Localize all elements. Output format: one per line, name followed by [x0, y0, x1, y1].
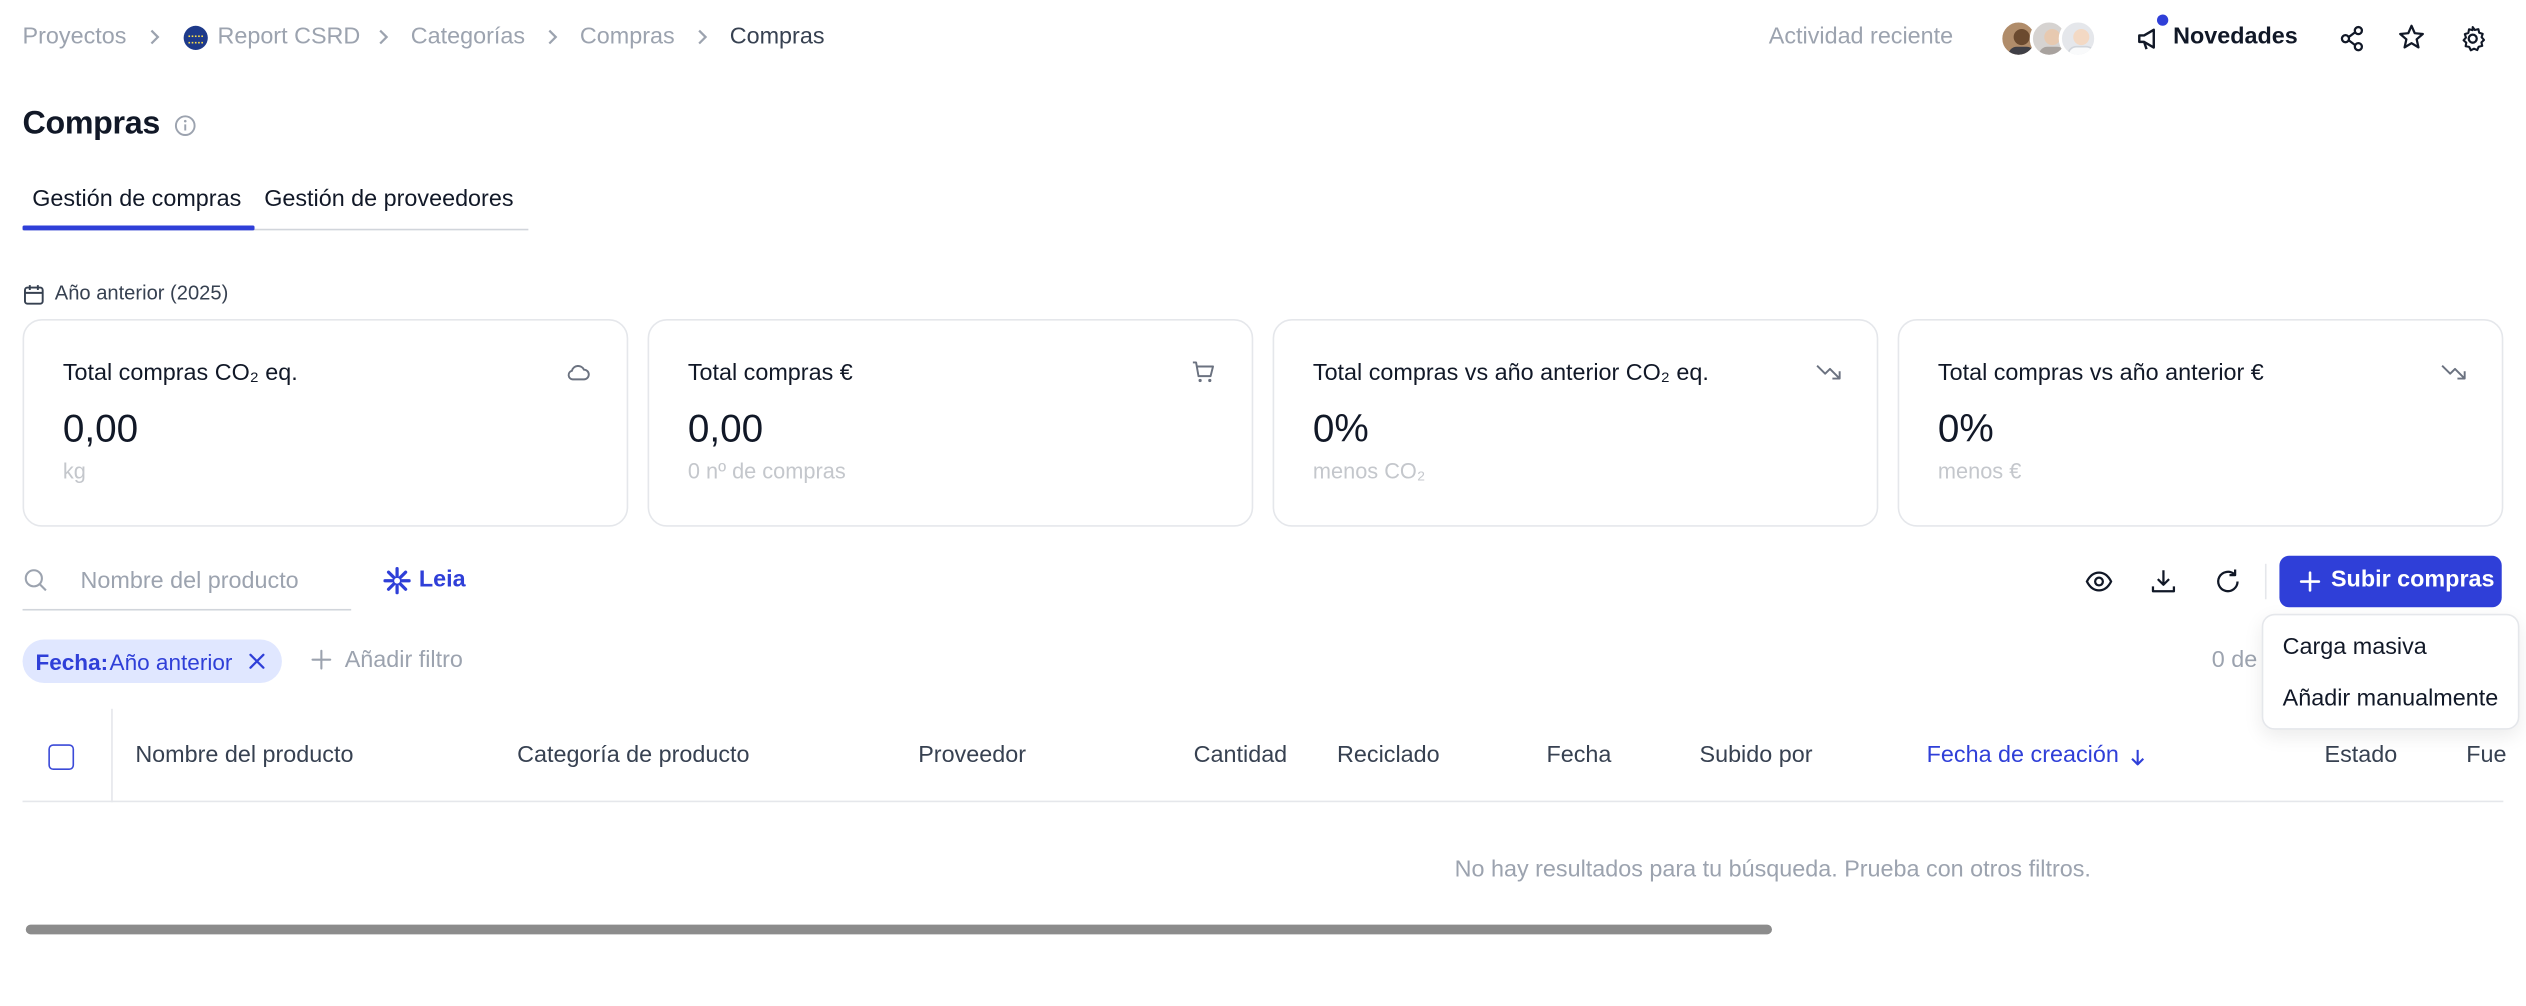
info-icon[interactable] [174, 114, 197, 137]
empty-state-message: No hay resultados para tu búsqueda. Prue… [1454, 856, 2091, 883]
add-filter-label: Añadir filtro [344, 647, 463, 674]
breadcrumb-item-report[interactable]: Report CSRD [217, 24, 360, 50]
plus-icon [2299, 571, 2321, 592]
megaphone-icon [2138, 28, 2155, 50]
result-count: 0 de [2211, 647, 2258, 674]
cart-icon [1192, 361, 1214, 383]
news-label: Novedades [2173, 24, 2298, 50]
breadcrumb-item-current: Compras [729, 24, 825, 50]
close-icon[interactable] [248, 652, 266, 670]
kpi-card-eur: Total compras € 0,00 0 nº de compras [647, 318, 1254, 527]
breadcrumb-item-proyectos[interactable]: Proyectos [23, 24, 127, 50]
toolbar-divider [2264, 563, 2267, 600]
column-header-fecha[interactable]: Fecha [1546, 743, 1611, 769]
kpi-value: 0,00 [687, 407, 764, 452]
leia-label: Leia [418, 567, 466, 593]
tab-gestion-compras[interactable]: Gestión de compras [32, 187, 241, 213]
column-header-fecha-creacion-label: Fecha de creación [1926, 742, 2119, 769]
chevron-right-icon [150, 29, 160, 45]
star-icon[interactable] [2397, 23, 2426, 52]
upload-dropdown-menu: Carga masiva Añadir manualmente [2261, 613, 2520, 730]
notification-dot [2156, 14, 2169, 26]
trend-down-icon [1816, 364, 1841, 380]
avatar [2058, 19, 2098, 58]
plus-icon [311, 649, 332, 670]
table-header-border [22, 800, 2504, 803]
column-header-nombre[interactable]: Nombre del producto [135, 743, 353, 769]
select-all-checkbox[interactable] [48, 744, 75, 771]
kpi-card-eur-vs-previous: Total compras vs año anterior € 0% menos… [1897, 318, 2504, 527]
kpi-value: 0% [1312, 407, 1369, 452]
filter-chip-value: Año anterior [109, 649, 233, 675]
project-logo-icon [183, 25, 208, 50]
share-icon[interactable] [2337, 24, 2366, 53]
upload-purchases-label: Subir compras [2330, 567, 2495, 593]
kpi-card-co2: Total compras CO₂ eq. 0,00 kg [22, 318, 629, 527]
kpi-subtitle: menos CO₂ [1312, 459, 1426, 484]
cloud-icon [567, 365, 590, 381]
kpi-card-co2-vs-previous: Total compras vs año anterior CO₂ eq. 0%… [1272, 318, 1879, 527]
eye-icon[interactable] [2085, 567, 2114, 596]
kpi-subtitle: 0 nº de compras [687, 459, 846, 484]
column-header-subido-por[interactable]: Subido por [1699, 743, 1812, 769]
tab-gestion-proveedores[interactable]: Gestión de proveedores [264, 187, 513, 213]
kpi-subtitle: menos € [1937, 459, 2022, 484]
kpi-title: Total compras vs año anterior CO₂ eq. [1312, 360, 1709, 387]
refresh-icon[interactable] [2213, 567, 2242, 596]
upload-purchases-button[interactable]: Subir compras [2279, 555, 2502, 608]
sort-down-icon [2131, 749, 2145, 766]
period-label: Año anterior (2025) [54, 281, 229, 305]
kpi-title: Total compras € [687, 360, 853, 387]
column-header-cantidad[interactable]: Cantidad [1194, 743, 1288, 769]
column-header-estado[interactable]: Estado [2325, 743, 2398, 769]
kpi-title: Total compras vs año anterior € [1937, 360, 2264, 387]
trend-down-icon [2441, 364, 2466, 380]
download-icon[interactable] [2149, 567, 2178, 596]
search-input[interactable] [80, 563, 348, 600]
menu-item-carga-masiva[interactable]: Carga masiva [2283, 635, 2427, 661]
breadcrumb-item-categorias[interactable]: Categorías [411, 24, 525, 50]
kpi-value: 0% [1937, 407, 1994, 452]
column-header-categoria[interactable]: Categoría de producto [517, 743, 749, 769]
gear-icon[interactable] [2458, 24, 2487, 53]
kpi-value: 0,00 [62, 407, 139, 452]
search-icon [24, 569, 47, 592]
chevron-right-icon [698, 29, 708, 45]
column-header-fuente[interactable]: Fue [2466, 743, 2506, 769]
search-box [22, 556, 352, 611]
calendar-icon [24, 285, 44, 305]
column-divider [111, 708, 113, 803]
recent-activity-link[interactable]: Actividad reciente [1769, 24, 1953, 50]
chevron-right-icon [548, 29, 558, 45]
active-tab-indicator [22, 225, 255, 231]
column-header-reciclado[interactable]: Reciclado [1337, 743, 1440, 769]
horizontal-scrollbar[interactable] [25, 924, 1772, 935]
page-title: Compras [22, 106, 161, 142]
kpi-subtitle: kg [62, 459, 86, 484]
leia-sparkle-icon [383, 567, 411, 595]
chevron-right-icon [379, 29, 389, 45]
menu-item-anadir-manualmente[interactable]: Añadir manualmente [2283, 686, 2499, 712]
column-header-proveedor[interactable]: Proveedor [918, 743, 1026, 769]
kpi-title: Total compras CO₂ eq. [62, 360, 298, 387]
filter-chip-date[interactable]: Fecha: Año anterior [22, 639, 282, 684]
filter-chip-key: Fecha: [35, 649, 109, 675]
breadcrumb-item-compras[interactable]: Compras [580, 24, 675, 50]
